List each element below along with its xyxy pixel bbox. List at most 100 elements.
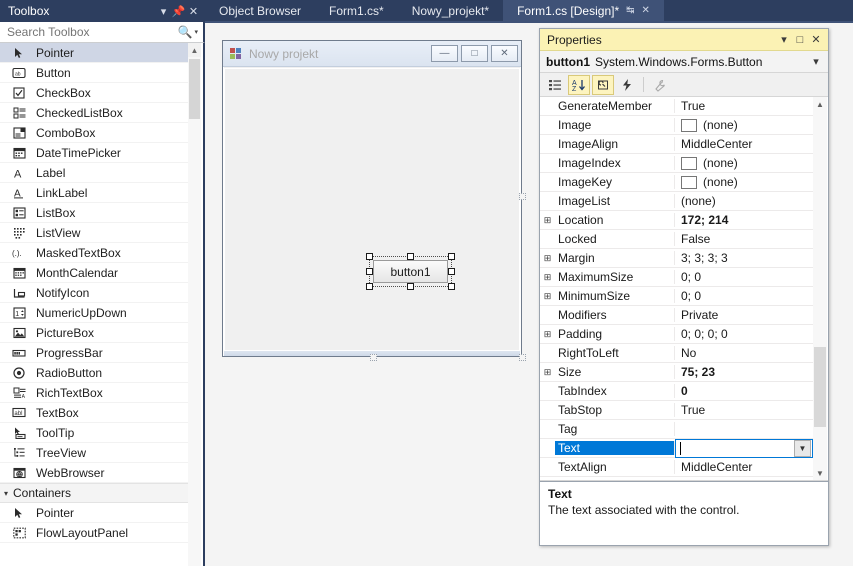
close-icon[interactable]: ✕ (808, 33, 824, 46)
events-button[interactable] (616, 75, 638, 95)
property-row-textalign[interactable]: TextAlign MiddleCenter (540, 458, 813, 477)
form-grip-bottom[interactable] (370, 354, 377, 361)
form-client-area[interactable] (224, 68, 520, 351)
document-tab-object-browser[interactable]: Object Browser (205, 0, 315, 21)
toolbox-item-numericupdown[interactable]: 1 NumericUpDown (0, 303, 188, 323)
property-value[interactable]: 0; 0 (675, 289, 813, 303)
expand-plus-icon[interactable]: ⊞ (540, 215, 555, 226)
property-row-minimumsize[interactable]: ⊞ MinimumSize 0; 0 (540, 287, 813, 306)
pin-icon[interactable]: 📌 (171, 3, 186, 19)
form-grip-right[interactable] (519, 193, 526, 200)
property-row-maximumsize[interactable]: ⊞ MaximumSize 0; 0 (540, 268, 813, 287)
property-value[interactable]: 0; 0 (675, 270, 813, 284)
property-value[interactable]: 0 (675, 384, 813, 398)
property-row-imagealign[interactable]: ImageAlign MiddleCenter (540, 135, 813, 154)
property-value[interactable]: Private (675, 308, 813, 322)
property-row-margin[interactable]: ⊞ Margin 3; 3; 3; 3 (540, 249, 813, 268)
property-value[interactable]: MiddleCenter (675, 137, 813, 151)
toolbox-item-listview[interactable]: ListView (0, 223, 188, 243)
property-row-size[interactable]: ⊞ Size 75; 23 (540, 363, 813, 382)
property-value[interactable]: (none) (675, 175, 813, 189)
chevron-down-icon[interactable]: ▾ (808, 55, 824, 68)
form-maximize-button[interactable]: □ (461, 45, 488, 62)
property-row-tabstop[interactable]: TabStop True (540, 401, 813, 420)
property-value[interactable]: No (675, 346, 813, 360)
alphabetical-view-button[interactable]: A Z (568, 74, 590, 95)
toolbox-item-progressbar[interactable]: ProgressBar (0, 343, 188, 363)
scrollbar-thumb[interactable] (814, 347, 826, 427)
property-value[interactable]: 75; 23 (675, 365, 813, 379)
expand-plus-icon[interactable]: ⊞ (540, 253, 555, 264)
toolbox-item-checkedlistbox[interactable]: CheckedListBox (0, 103, 188, 123)
property-value[interactable]: 0; 0; 0; 0 (675, 327, 813, 341)
search-icon[interactable]: 🔍 (176, 25, 195, 39)
toolbox-item-pointer[interactable]: Pointer (0, 43, 188, 63)
search-input[interactable] (5, 24, 176, 40)
scroll-up-icon[interactable]: ▲ (813, 97, 827, 111)
scroll-down-icon[interactable]: ▼ (813, 466, 827, 480)
property-value[interactable]: True (675, 99, 813, 113)
toolbox-search-row[interactable]: 🔍 ▾ (0, 22, 205, 43)
toolbox-item-richtextbox[interactable]: A RichTextBox (0, 383, 188, 403)
form-minimize-button[interactable]: — (431, 45, 458, 62)
property-value[interactable]: False (675, 232, 813, 246)
chevron-down-icon[interactable]: ▾ (776, 33, 792, 46)
property-value[interactable]: (none) (675, 156, 813, 170)
toolbox-item-flowlayoutpanel[interactable]: FlowLayoutPanel (0, 523, 188, 543)
chevron-down-icon[interactable]: ▼ (794, 439, 811, 457)
expand-plus-icon[interactable]: ⊞ (540, 291, 555, 302)
property-row-imagelist[interactable]: ImageList (none) (540, 192, 813, 211)
property-value-editor[interactable]: ▼ (675, 438, 813, 458)
property-value[interactable]: MiddleCenter (675, 460, 813, 474)
document-tab-form1-cs-design[interactable]: Form1.cs [Design]* ↹ ✕ (503, 0, 664, 21)
property-row-modifiers[interactable]: Modifiers Private (540, 306, 813, 325)
close-icon[interactable]: ✕ (186, 3, 201, 19)
property-row-imagekey[interactable]: ImageKey (none) (540, 173, 813, 192)
properties-object-selector[interactable]: button1 System.Windows.Forms.Button ▾ (540, 51, 828, 73)
toolbox-group-containers[interactable]: ▾ Containers (0, 483, 188, 503)
property-row-locked[interactable]: Locked False (540, 230, 813, 249)
property-row-righttoleft[interactable]: RightToLeft No (540, 344, 813, 363)
property-row-image[interactable]: Image (none) (540, 116, 813, 135)
scroll-up-icon[interactable]: ▲ (188, 43, 201, 57)
toolbox-item-treeview[interactable]: TreeView (0, 443, 188, 463)
toolbox-item-linklabel[interactable]: A LinkLabel (0, 183, 188, 203)
design-form-window[interactable]: Nowy projekt — □ ✕ (222, 40, 522, 357)
property-row-padding[interactable]: ⊞ Padding 0; 0; 0; 0 (540, 325, 813, 344)
scrollbar-thumb[interactable] (189, 59, 200, 119)
chevron-down-icon[interactable]: ▾ (194, 28, 201, 36)
toolbox-item-picturebox[interactable]: PictureBox (0, 323, 188, 343)
toolbox-item-monthcalendar[interactable]: MonthCalendar (0, 263, 188, 283)
expand-plus-icon[interactable]: ⊞ (540, 367, 555, 378)
toolbox-item-tooltip[interactable]: ToolTip (0, 423, 188, 443)
toolbox-item-pointer[interactable]: Pointer (0, 503, 188, 523)
property-value[interactable]: (none) (675, 118, 813, 132)
toolbox-item-label[interactable]: A Label (0, 163, 188, 183)
toolbox-item-notifyicon[interactable]: NotifyIcon (0, 283, 188, 303)
form-close-button[interactable]: ✕ (491, 45, 518, 62)
property-value[interactable]: (none) (675, 194, 813, 208)
property-row-text-active[interactable]: Text ▼ (540, 438, 813, 458)
property-row-tag[interactable]: Tag (540, 420, 813, 439)
property-value[interactable]: 3; 3; 3; 3 (675, 251, 813, 265)
close-icon[interactable]: ✕ (642, 5, 650, 16)
toolbox-item-combobox[interactable]: ComboBox (0, 123, 188, 143)
property-row-imageindex[interactable]: ImageIndex (none) (540, 154, 813, 173)
property-row-location[interactable]: ⊞ Location 172; 214 (540, 211, 813, 230)
document-tab-form1-cs[interactable]: Form1.cs* (315, 0, 398, 21)
toolbox-item-maskedtextbox[interactable]: (.). MaskedTextBox (0, 243, 188, 263)
toolbox-item-radiobutton[interactable]: RadioButton (0, 363, 188, 383)
toolbox-item-listbox[interactable]: ListBox (0, 203, 188, 223)
toolbox-item-textbox[interactable]: abl TextBox (0, 403, 188, 423)
toolbox-item-webbrowser[interactable]: WebBrowser (0, 463, 188, 483)
form-grip-corner[interactable] (519, 354, 526, 361)
property-grid-scrollbar[interactable]: ▲ ▼ (813, 97, 827, 480)
chevron-down-icon[interactable]: ▾ (156, 3, 171, 19)
properties-button[interactable] (592, 74, 614, 95)
toolbox-scrollbar[interactable]: ▲ (188, 43, 201, 566)
pin-icon[interactable]: ↹ (626, 5, 634, 16)
property-value[interactable]: 172; 214 (675, 213, 813, 227)
maximize-icon[interactable]: □ (792, 34, 808, 46)
expand-plus-icon[interactable]: ⊞ (540, 329, 555, 340)
expand-plus-icon[interactable]: ⊞ (540, 272, 555, 283)
